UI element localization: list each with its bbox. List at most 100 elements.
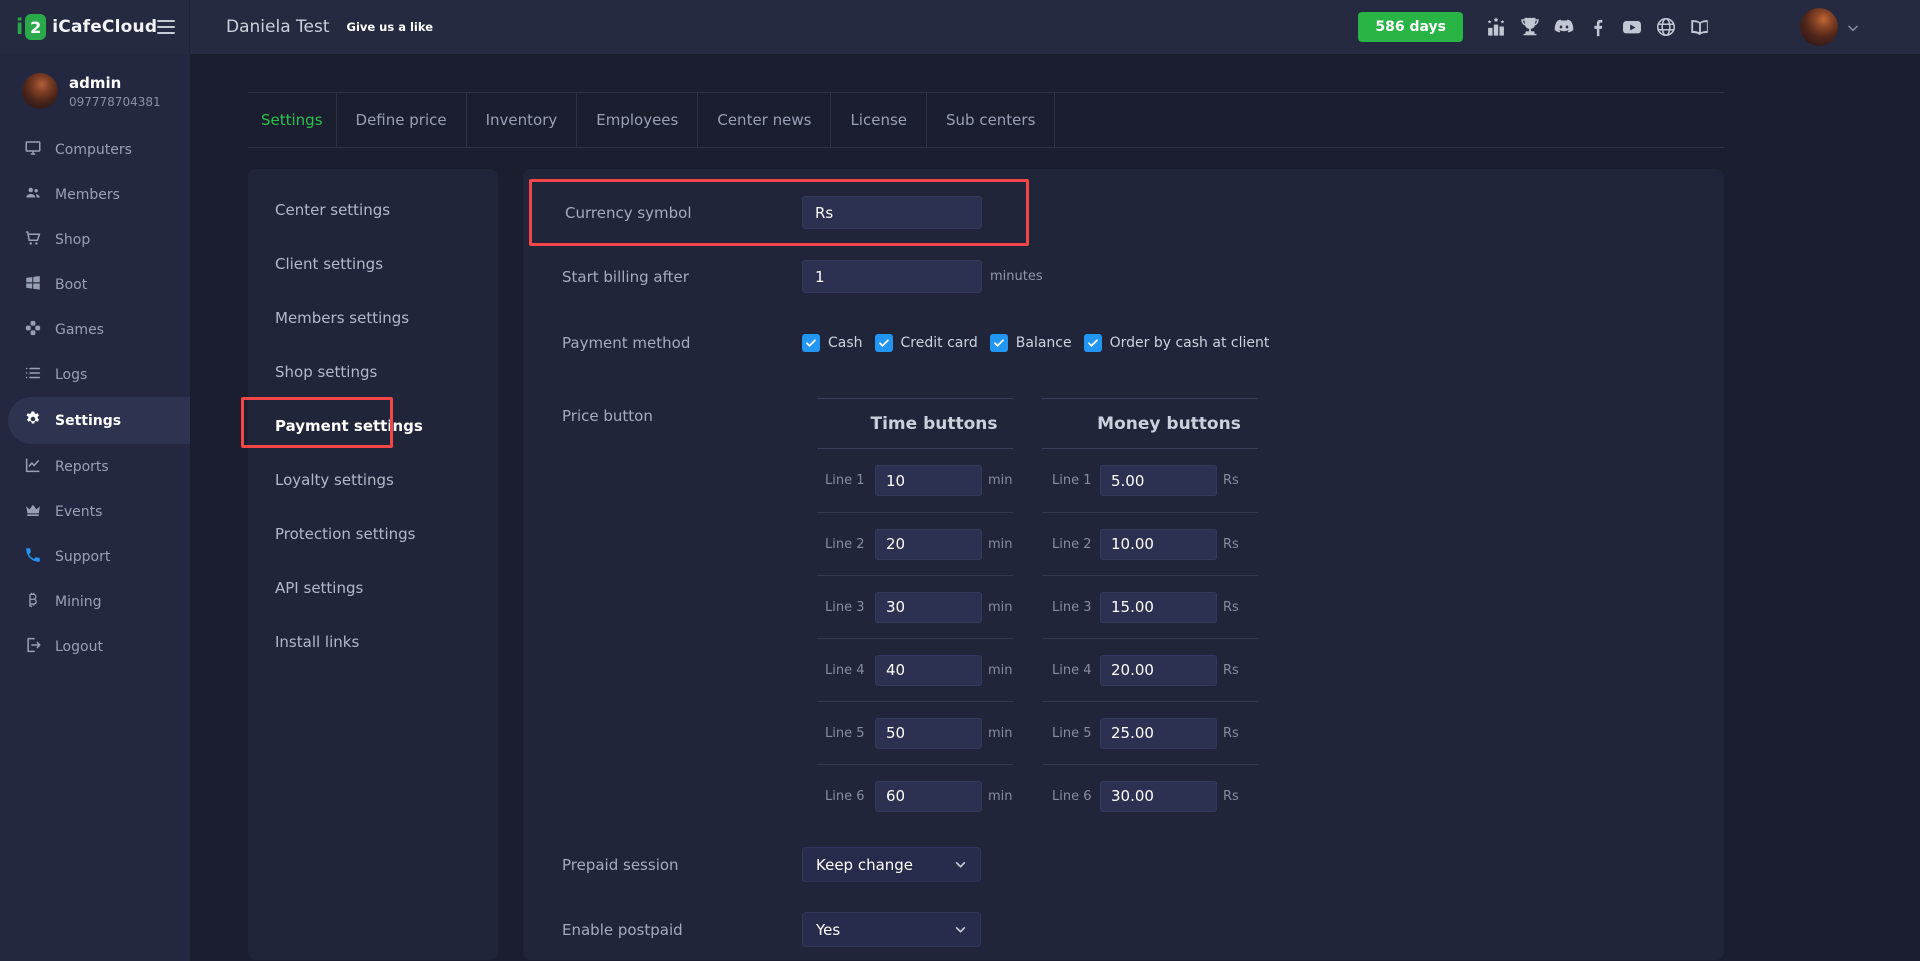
time-row-4: Line 4 min xyxy=(817,638,1013,701)
money-row-3: Line 3 Rs xyxy=(1042,575,1258,638)
time-line-3-input[interactable] xyxy=(875,592,982,623)
menu-item-members-settings[interactable]: Members settings xyxy=(248,291,498,345)
sidebar-item-reports[interactable]: Reports xyxy=(0,444,190,489)
center-name-title: Daniela Test xyxy=(226,17,330,37)
menu-item-client-settings[interactable]: Client settings xyxy=(248,237,498,291)
menu-item-api-settings[interactable]: API settings xyxy=(248,561,498,615)
members-icon xyxy=(24,184,42,206)
youtube-icon[interactable] xyxy=(1621,16,1643,38)
payment-settings-card: Currency symbol Start billing after minu… xyxy=(523,169,1724,960)
chevron-down-icon[interactable] xyxy=(1846,20,1860,34)
time-line-5-input[interactable] xyxy=(875,718,982,749)
menu-item-shop-settings[interactable]: Shop settings xyxy=(248,345,498,399)
hamburger-menu-icon[interactable] xyxy=(157,16,175,38)
profile-name: admin xyxy=(69,74,161,92)
license-days-badge[interactable]: 586 days xyxy=(1358,12,1463,42)
time-line-1-input[interactable] xyxy=(875,465,982,496)
money-line-6-input[interactable] xyxy=(1100,781,1217,812)
windows-icon xyxy=(24,274,42,296)
topbar-right: 586 days xyxy=(1358,8,1920,46)
money-row-6: Line 6 Rs xyxy=(1042,764,1258,827)
docs-book-icon[interactable] xyxy=(1689,16,1711,38)
time-row-2: Line 2 min xyxy=(817,512,1013,575)
checkbox-cash[interactable]: Cash xyxy=(802,334,863,352)
payment-method-label: Payment method xyxy=(562,334,802,352)
sidebar-item-boot[interactable]: Boot xyxy=(0,262,190,307)
prepaid-session-label: Prepaid session xyxy=(562,856,802,874)
start-billing-input[interactable] xyxy=(802,260,982,293)
tab-license[interactable]: License xyxy=(831,93,927,147)
time-line-4-input[interactable] xyxy=(875,655,982,686)
money-line-1-input[interactable] xyxy=(1100,465,1217,496)
admin-avatar[interactable] xyxy=(22,73,58,109)
tab-sub-centers[interactable]: Sub centers xyxy=(927,93,1055,147)
discord-icon[interactable] xyxy=(1553,16,1575,38)
chevron-down-icon xyxy=(954,858,967,871)
sidebar-item-mining[interactable]: Mining xyxy=(0,579,190,624)
sidebar-item-logout[interactable]: Logout xyxy=(0,624,190,669)
enable-postpaid-label: Enable postpaid xyxy=(562,921,802,939)
checkbox-checked-icon[interactable] xyxy=(1084,334,1102,352)
menu-item-protection-settings[interactable]: Protection settings xyxy=(248,507,498,561)
globe-icon[interactable] xyxy=(1655,16,1677,38)
sidebar-item-computers[interactable]: Computers xyxy=(0,127,190,172)
ranking-podium-icon[interactable] xyxy=(1485,16,1507,38)
sidebar: admin 097778704381 Computers Members Sho… xyxy=(0,54,190,961)
money-line-4-input[interactable] xyxy=(1100,655,1217,686)
crown-icon xyxy=(24,501,42,523)
list-icon xyxy=(24,364,42,386)
profile-block: admin 097778704381 xyxy=(0,54,190,121)
checkbox-credit-card[interactable]: Credit card xyxy=(875,334,978,352)
menu-item-center-settings[interactable]: Center settings xyxy=(248,183,498,237)
user-avatar[interactable] xyxy=(1800,8,1838,46)
checkbox-checked-icon[interactable] xyxy=(990,334,1008,352)
tabbar: Settings Define price Inventory Employee… xyxy=(248,92,1724,148)
money-line-3-input[interactable] xyxy=(1100,592,1217,623)
sidebar-item-settings[interactable]: Settings xyxy=(8,397,190,444)
topbar: i 2 iCafeCloud Daniela Test Give us a li… xyxy=(0,0,1920,54)
tab-inventory[interactable]: Inventory xyxy=(467,93,578,147)
menu-item-loyalty-settings[interactable]: Loyalty settings xyxy=(248,453,498,507)
time-line-6-input[interactable] xyxy=(875,781,982,812)
cart-icon xyxy=(24,229,42,251)
gamepad-icon xyxy=(24,319,42,341)
gear-icon xyxy=(24,410,42,432)
profile-phone: 097778704381 xyxy=(69,95,161,109)
enable-postpaid-select[interactable]: Yes xyxy=(802,912,981,947)
give-us-a-like-link[interactable]: Give us a like xyxy=(347,20,434,34)
tab-settings[interactable]: Settings xyxy=(248,93,337,147)
time-row-5: Line 5 min xyxy=(817,701,1013,764)
prepaid-session-row: Prepaid session Keep change xyxy=(523,847,1724,882)
sidebar-item-events[interactable]: Events xyxy=(0,489,190,534)
money-buttons-table: Money buttons Line 1 Rs Line 2 Rs L xyxy=(1042,398,1258,827)
sidebar-item-logs[interactable]: Logs xyxy=(0,352,190,397)
checkbox-order-by-cash-at-client[interactable]: Order by cash at client xyxy=(1084,334,1270,352)
tab-define-price[interactable]: Define price xyxy=(337,93,467,147)
sidebar-item-members[interactable]: Members xyxy=(0,172,190,217)
phone-icon xyxy=(24,546,42,568)
checkbox-checked-icon[interactable] xyxy=(802,334,820,352)
currency-symbol-input[interactable] xyxy=(802,196,982,229)
payment-method-row: Payment method Cash Credit card Balance … xyxy=(523,333,1724,353)
tab-employees[interactable]: Employees xyxy=(577,93,698,147)
facebook-icon[interactable] xyxy=(1587,16,1609,38)
prepaid-session-select[interactable]: Keep change xyxy=(802,847,981,882)
money-row-4: Line 4 Rs xyxy=(1042,638,1258,701)
time-row-3: Line 3 min xyxy=(817,575,1013,638)
time-line-2-input[interactable] xyxy=(875,529,982,560)
checkbox-checked-icon[interactable] xyxy=(875,334,893,352)
tab-center-news[interactable]: Center news xyxy=(698,93,831,147)
money-line-2-input[interactable] xyxy=(1100,529,1217,560)
money-line-5-input[interactable] xyxy=(1100,718,1217,749)
menu-item-payment-settings[interactable]: Payment settings xyxy=(248,399,498,453)
menu-item-install-links[interactable]: Install links xyxy=(248,615,498,669)
currency-symbol-row-annotated: Currency symbol xyxy=(529,179,1029,246)
checkbox-balance[interactable]: Balance xyxy=(990,334,1072,352)
enable-postpaid-row: Enable postpaid Yes xyxy=(523,912,1724,947)
sidebar-item-support[interactable]: Support xyxy=(0,534,190,579)
sidebar-item-games[interactable]: Games xyxy=(0,307,190,352)
main-content: Settings Define price Inventory Employee… xyxy=(190,54,1920,961)
currency-symbol-label: Currency symbol xyxy=(565,204,802,222)
trophy-icon[interactable] xyxy=(1519,16,1541,38)
sidebar-item-shop[interactable]: Shop xyxy=(0,217,190,262)
